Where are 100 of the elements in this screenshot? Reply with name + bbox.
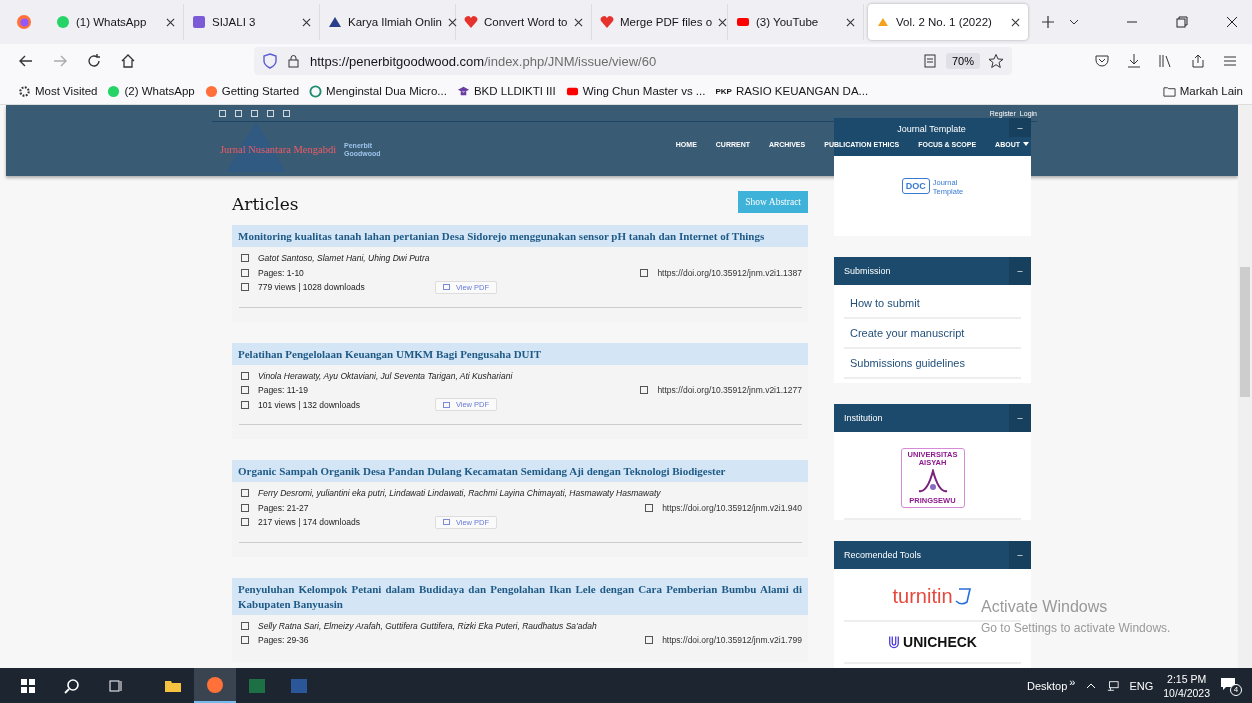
heart-icon [600,15,614,29]
article-authors: Gatot Santoso, Slamet Hani, Uhing Dwi Putra [258,253,430,264]
scrollbar[interactable] [1238,105,1252,668]
close-icon[interactable] [447,17,457,27]
unicheck-logo[interactable]: UNICHECK [888,634,977,650]
bookmark[interactable]: Getting Started [204,84,300,98]
doi-link[interactable]: https://doi.org/10.35912/jnm.v2i1.1387 [657,267,802,278]
sidebar-link[interactable]: Submissions guidelines [844,349,1021,379]
article-pages: Pages: 11-19 [258,385,308,396]
toolbar-expand[interactable]: » [1069,675,1076,688]
clock[interactable]: 2:15 PM 10/4/2023 [1163,671,1210,700]
zoom-level[interactable]: 70% [945,53,980,69]
document-icon [290,676,308,695]
sidebar-link[interactable]: Create your manuscript [844,319,1021,349]
bookmark[interactable]: Wing Chun Master vs ... [565,84,706,98]
collapse-button[interactable]: – [1009,404,1031,432]
network-icon[interactable] [1107,679,1120,692]
new-tab-icon[interactable] [1042,16,1054,28]
bookmark[interactable]: (2) WhatsApp [107,84,195,98]
back-icon[interactable] [18,53,34,69]
graduation-cap-icon [456,84,470,98]
doi-link[interactable]: https://doi.org/10.35912/jnm.v2i1.1277 [657,385,802,396]
search-icon[interactable] [64,677,80,694]
article-authors: Vinola Herawaty, Ayu Oktaviani, Jul Seventa Tarigan, Ati Kushariani [258,370,513,381]
widget-title: Journal Template [896,123,967,134]
collapse-button[interactable]: – [1009,257,1031,285]
square-icon [241,283,249,292]
doi-link[interactable]: https://doi.org/10.35912/jnm.v2i1.799 [662,635,802,646]
widget-title: Recomended Tools [843,550,922,560]
browser-tab[interactable]: Merge PDF files o [592,4,728,40]
home-icon[interactable] [120,53,136,69]
close-icon[interactable] [718,17,728,27]
reader-view-icon[interactable] [921,53,938,69]
close-icon[interactable] [302,17,311,27]
doi-link[interactable]: https://doi.org/10.35912/jnm.v2i1.940 [662,502,802,513]
spreadsheet-icon [248,676,266,695]
star-icon[interactable] [988,53,1004,69]
widget-title: Submission [843,266,892,276]
social-icon[interactable] [219,109,226,117]
square-icon [241,268,249,277]
restore-icon[interactable] [1176,16,1188,28]
social-icon[interactable] [251,109,258,117]
section-heading: Articles [232,194,299,214]
bookmark[interactable]: BKD LLDIKTI III [456,84,556,98]
share-icon[interactable] [1190,53,1206,69]
close-icon[interactable] [574,17,583,27]
square-icon [640,268,649,277]
browser-icon [206,675,224,694]
square-icon [241,386,249,395]
taskbar-app[interactable] [194,668,236,703]
square-icon [241,400,249,409]
menu-icon[interactable] [1222,53,1238,69]
collapse-button[interactable]: – [1009,541,1031,569]
square-icon [241,636,249,645]
heart-icon [464,15,478,29]
social-icon[interactable] [283,109,290,117]
close-icon[interactable] [846,17,855,27]
article-authors: Selly Ratna Sari, Elmeizy Arafah, Guttifera Guttifera, Rizki Eka Puteri, Raudhatus Sa'adah [258,620,597,631]
bookmark[interactable]: Most Visited [18,84,98,98]
widget-title: Institution [843,413,884,423]
square-icon [241,503,249,512]
article-title[interactable]: Pelatihan Pengelolaan Keuangan UMKM Bagi Pengusaha DUIT [232,342,808,365]
article-title[interactable]: Penyuluhan Kelompok Petani dalam Budidaya dan Pengolahan Ikan Lele dengan Cara Pemberian Bumbu Alami di Kabupaten Banyuasin [232,577,808,615]
browser-tab[interactable]: (1) WhatsApp [48,4,184,40]
square-icon [640,386,649,395]
collapse-button[interactable]: – [1009,118,1031,137]
browser-tab[interactable]: Vol. 2 No. 1 (2022) [868,4,1028,40]
gear-icon [18,84,31,98]
site-icon: PKP [715,86,732,96]
browser-tab[interactable]: Convert Word to [456,4,592,40]
close-icon[interactable] [166,17,175,27]
article-stats: 779 views | 1028 downloads [258,282,366,293]
close-icon[interactable] [1011,17,1020,27]
bookmark-folder[interactable]: Markah Lain [1162,84,1252,98]
address-bar[interactable]: https://penerbitgoodwood.com/index.php/JNM/issue/view/60 70% [254,47,1012,75]
social-icon[interactable] [267,109,274,117]
desktop-toolbar[interactable]: Desktop [1026,679,1068,692]
turnitin-logo[interactable]: turnitin [892,585,973,608]
library-icon[interactable] [1158,53,1174,69]
pocket-icon[interactable] [1094,53,1110,69]
activation-notice-text: Go to Settings to activate Windows. [981,621,1171,635]
bookmark[interactable]: PKP RASIO KEUANGAN DA... [715,85,869,97]
browser-tab[interactable]: SIJALI 3 [184,4,320,40]
grid-icon [192,15,206,29]
article-pages: Pages: 29-36 [258,635,309,646]
document-icon: DOC [901,178,930,194]
square-icon [241,254,249,263]
browser-tab[interactable]: Karya Ilmiah Onlin [320,4,456,40]
download-icon[interactable] [1126,53,1142,69]
browser-tab[interactable]: (3) YouTube [728,4,864,40]
social-icon[interactable] [235,109,242,117]
bookmark[interactable]: Menginstal Dua Micro... [309,84,447,98]
reload-icon[interactable] [86,53,102,69]
sidebar-link[interactable]: How to submit [844,289,1021,319]
close-icon[interactable] [1226,16,1238,28]
article-title[interactable]: Monitoring kualitas tanah lahan pertanian Desa Sidorejo menggunakan sensor pH tanah dan Internet of Things [232,225,808,247]
language-indicator[interactable]: ENG [1129,679,1154,692]
task-view-icon[interactable] [108,677,124,694]
windows-start-icon[interactable] [20,677,36,694]
article-title[interactable]: Organic Sampah Organik Desa Pandan Dulang Kecamatan Semidang Aji dengan Teknologi Biodigester [232,460,808,482]
